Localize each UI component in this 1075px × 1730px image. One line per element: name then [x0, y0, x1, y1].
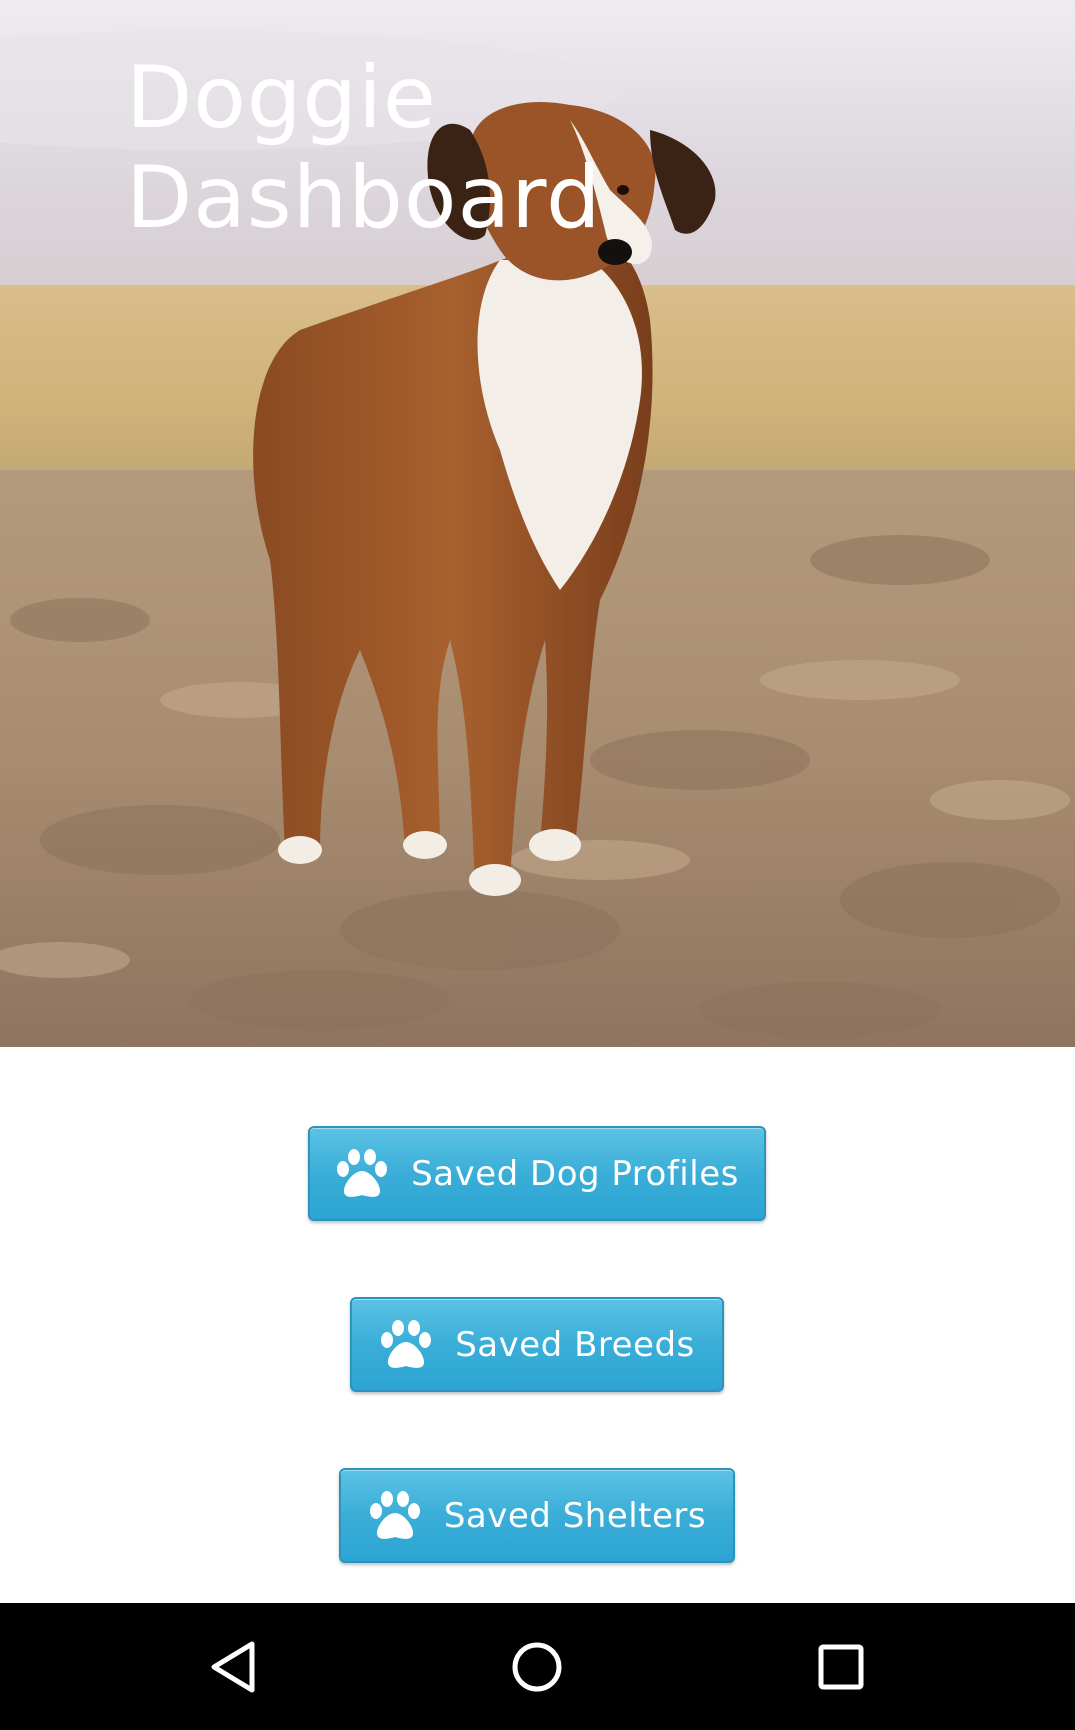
app-title-line2: Dashboard: [126, 148, 602, 248]
recents-icon: [818, 1644, 864, 1689]
system-nav-bar: [0, 1603, 1075, 1730]
nav-home-button[interactable]: [477, 1603, 597, 1730]
home-icon: [512, 1642, 562, 1691]
app-title: Doggie Dashboard: [126, 48, 602, 248]
paw-icon: [369, 1490, 420, 1539]
saved-shelters-button[interactable]: Saved Shelters: [339, 1468, 735, 1563]
button-label: Saved Shelters: [443, 1495, 707, 1536]
paw-icon: [337, 1148, 388, 1197]
button-label: Saved Breeds: [455, 1324, 695, 1365]
nav-back-button[interactable]: [173, 1603, 293, 1730]
app-title-line1: Doggie: [126, 48, 437, 148]
back-icon: [211, 1641, 255, 1692]
button-label: Saved Dog Profiles: [411, 1153, 739, 1194]
hero-image: Doggie Dashboard: [0, 0, 1075, 1047]
paw-icon: [381, 1319, 432, 1368]
dashboard-screen: Doggie Dashboard Saved Dog Profiles Save…: [0, 0, 1075, 1730]
saved-dog-profiles-button[interactable]: Saved Dog Profiles: [308, 1126, 766, 1221]
nav-recents-button[interactable]: [781, 1603, 901, 1730]
saved-breeds-button[interactable]: Saved Breeds: [350, 1297, 724, 1392]
